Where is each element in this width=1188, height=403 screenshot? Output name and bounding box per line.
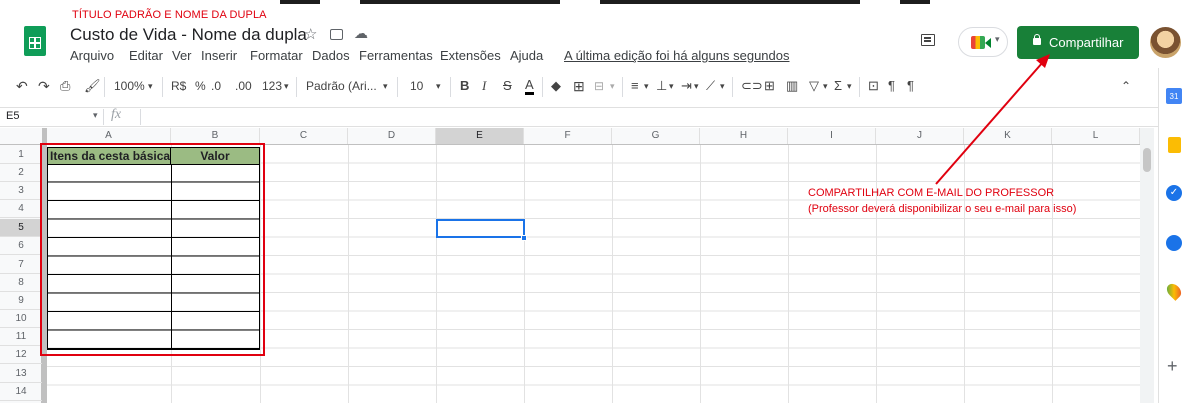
tasks-icon[interactable]: ✓ [1166, 185, 1182, 201]
contacts-icon[interactable] [1166, 235, 1182, 251]
vertical-scrollbar[interactable] [1140, 128, 1154, 403]
annotation-arrow [935, 54, 1050, 185]
keep-icon[interactable] [1168, 137, 1181, 153]
scrollbar-thumb[interactable] [1143, 148, 1151, 172]
add-addon-icon[interactable]: + [1167, 356, 1178, 377]
calendar-icon[interactable]: 31 [1166, 88, 1182, 104]
